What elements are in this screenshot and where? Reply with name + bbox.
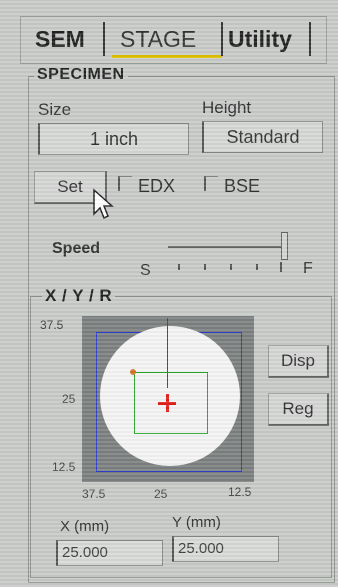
tab-utility[interactable]: Utility <box>228 22 292 56</box>
specimen-title: SPECIMEN <box>34 66 128 84</box>
position-crosshair-icon <box>166 394 169 412</box>
stage-map[interactable] <box>82 316 254 482</box>
height-select[interactable]: Standard <box>202 121 323 153</box>
x-axis-mid-label: 25 <box>154 487 168 501</box>
tab-sem[interactable]: SEM <box>35 22 85 56</box>
x-mm-label: X (mm) <box>60 518 110 535</box>
speed-tick <box>204 264 206 270</box>
tab-separator <box>221 22 223 56</box>
bse-label: BSE <box>224 176 261 196</box>
size-label: Size <box>38 100 72 119</box>
mouse-pointer-icon <box>93 188 114 220</box>
size-select[interactable]: 1 inch <box>38 123 189 155</box>
x-position-field[interactable]: 25.000 <box>56 540 163 566</box>
speed-tick <box>280 262 282 272</box>
tab-active-indicator <box>112 55 222 58</box>
speed-tick <box>230 264 232 270</box>
xyr-title: X / Y / R <box>42 286 116 306</box>
edx-label: EDX <box>138 176 176 196</box>
y-axis-bottom-label: 12.5 <box>52 460 76 474</box>
tab-stage[interactable]: STAGE <box>120 22 196 56</box>
speed-track[interactable] <box>168 246 284 248</box>
origin-marker-icon <box>130 369 136 375</box>
speed-slider-thumb[interactable] <box>281 232 288 260</box>
reg-button[interactable]: Reg <box>268 393 329 426</box>
speed-label: Speed <box>52 240 101 257</box>
y-axis-top-label: 37.5 <box>40 318 64 332</box>
x-axis-right-label: 12.5 <box>228 485 252 499</box>
speed-tick <box>178 264 180 270</box>
disp-button[interactable]: Disp <box>268 345 329 378</box>
bse-checkbox[interactable] <box>204 176 218 191</box>
y-position-field[interactable]: 25.000 <box>172 536 279 562</box>
speed-tick <box>256 264 258 270</box>
speed-max-label: F <box>303 260 313 277</box>
height-label: Height <box>202 98 252 117</box>
edx-checkbox[interactable] <box>118 176 132 191</box>
y-mm-label: Y (mm) <box>172 514 221 531</box>
y-axis-mid-label: 25 <box>62 392 76 406</box>
speed-min-label: S <box>140 262 151 279</box>
tab-separator <box>309 22 311 56</box>
x-axis-left-label: 37.5 <box>82 487 106 501</box>
tab-separator <box>103 22 105 56</box>
